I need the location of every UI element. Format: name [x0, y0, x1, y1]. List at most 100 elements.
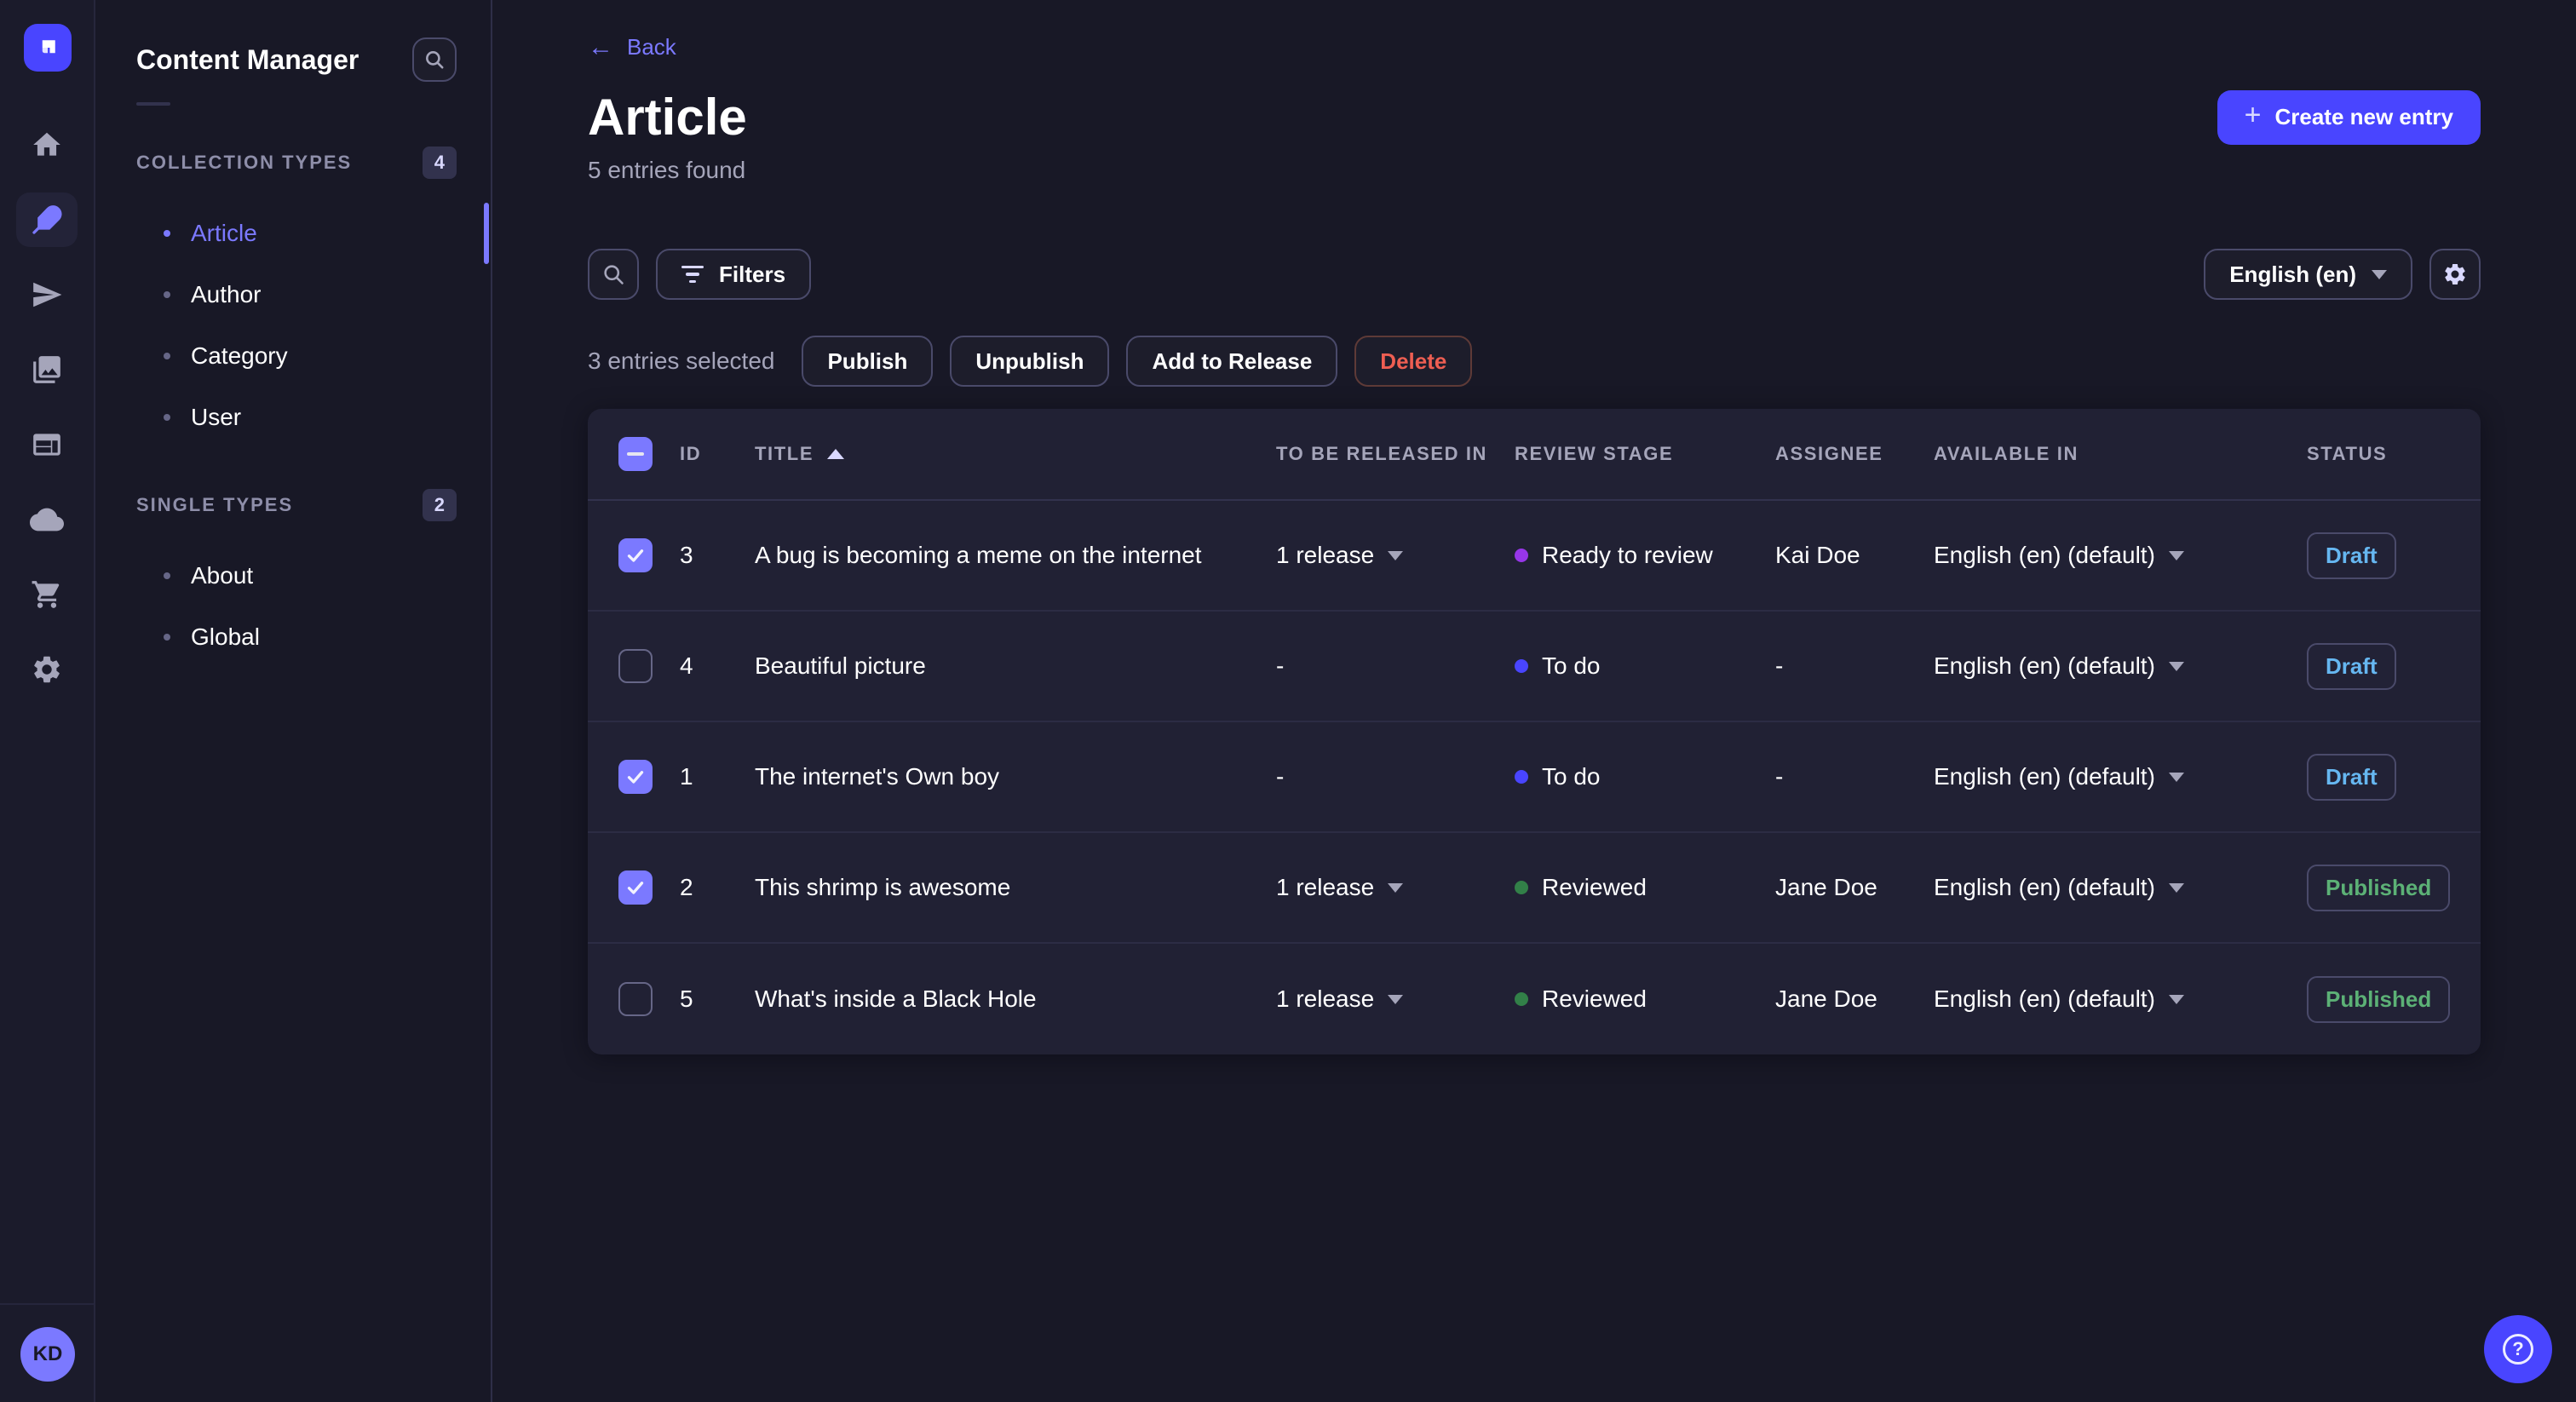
unpublish-button[interactable]: Unpublish [950, 336, 1110, 387]
sidebar-item-user[interactable]: User [95, 387, 491, 448]
chevron-down-icon [2168, 772, 2184, 782]
back-label: Back [627, 34, 676, 60]
row-release: - [1276, 652, 1285, 679]
row-locale[interactable]: English (en) (default) [1934, 542, 2307, 569]
sidebar-item-label: Article [191, 220, 257, 246]
sidebar-item-category[interactable]: Category [95, 325, 491, 387]
row-locale[interactable]: English (en) (default) [1934, 652, 2307, 680]
strapi-logo-icon [42, 40, 55, 54]
selection-count-text: 3 entries selected [588, 348, 775, 374]
table-row[interactable]: 2 This shrimp is awesome 1 release Reviewed… [588, 833, 2481, 944]
locale-select[interactable]: English (en) [2204, 249, 2412, 300]
selection-actions: Publish Unpublish Add to Release Delete [802, 336, 1473, 387]
select-all-checkbox[interactable] [618, 437, 653, 471]
row-release[interactable]: 1 release [1276, 985, 1515, 1013]
table-body: 3 A bug is becoming a meme on the interne… [588, 501, 2481, 1054]
content-type-builder-icon[interactable] [16, 417, 78, 472]
row-checkbox[interactable] [618, 649, 653, 683]
chevron-down-icon [1388, 882, 1404, 893]
settings-gear-icon[interactable] [16, 642, 78, 697]
sidebar-item-label: Category [191, 342, 288, 369]
row-release[interactable]: 1 release [1276, 874, 1515, 901]
row-locale[interactable]: English (en) (default) [1934, 985, 2307, 1013]
search-button[interactable] [588, 249, 639, 300]
chevron-down-icon [2168, 882, 2184, 893]
stage-dot-icon [1515, 770, 1528, 784]
row-id: 2 [680, 874, 693, 900]
row-title: What's inside a Black Hole [755, 985, 1037, 1012]
row-release: - [1276, 763, 1285, 790]
column-header-assignee[interactable]: ASSIGNEE [1775, 443, 1934, 465]
status-badge: Draft [2307, 753, 2396, 801]
column-header-id[interactable]: ID [680, 443, 755, 465]
column-header-status[interactable]: STATUS [2307, 443, 2450, 465]
releases-icon[interactable] [16, 267, 78, 322]
content-manager-icon[interactable] [16, 192, 78, 247]
sidebar-search-button[interactable] [412, 37, 457, 82]
chevron-down-icon [2168, 550, 2184, 560]
row-review-stage: To do [1515, 763, 1775, 790]
help-button[interactable]: ? [2484, 1315, 2552, 1383]
sidebar-divider [136, 102, 170, 106]
row-title: A bug is becoming a meme on the internet [755, 542, 1202, 568]
table-row[interactable]: 3 A bug is becoming a meme on the interne… [588, 501, 2481, 612]
media-library-icon[interactable] [16, 342, 78, 397]
user-avatar[interactable]: KD [20, 1327, 75, 1382]
left-navbar: KD [0, 0, 95, 1402]
table-row[interactable]: 4 Beautiful picture - To do - English (en) (d… [588, 612, 2481, 722]
check-icon [627, 882, 644, 894]
chevron-down-icon [1388, 550, 1404, 560]
sidebar-item-about[interactable]: About [95, 545, 491, 606]
column-title-label: TITLE [755, 443, 814, 464]
sidebar-item-global[interactable]: Global [95, 606, 491, 668]
stage-dot-icon [1515, 881, 1528, 894]
row-checkbox[interactable] [618, 538, 653, 572]
selection-row: 3 entries selected Publish Unpublish Add t… [588, 336, 2481, 387]
sidebar-item-author[interactable]: Author [95, 264, 491, 325]
search-icon [604, 265, 624, 284]
sidebar-item-label: Global [191, 623, 260, 650]
column-header-review-stage[interactable]: REVIEW STAGE [1515, 443, 1775, 465]
publish-button[interactable]: Publish [802, 336, 934, 387]
filter-icon [681, 265, 704, 284]
bullet-icon [164, 634, 170, 641]
check-icon [627, 549, 644, 562]
column-header-title[interactable]: TITLE [755, 443, 1276, 465]
row-review-stage: Reviewed [1515, 985, 1775, 1013]
row-checkbox[interactable] [618, 760, 653, 794]
table-row[interactable]: 5 What's inside a Black Hole 1 release Revi… [588, 944, 2481, 1054]
sidebar-header: Content Manager [95, 0, 491, 82]
main-content: ← Back Article + Create new entry 5 entr… [492, 0, 2576, 1402]
sidebar-item-article[interactable]: Article [95, 203, 491, 264]
row-id: 1 [680, 763, 693, 790]
delete-button[interactable]: Delete [1354, 336, 1473, 387]
sidebar-item-label: About [191, 562, 254, 589]
strapi-logo[interactable] [24, 24, 72, 72]
column-header-available-in[interactable]: AVAILABLE IN [1934, 443, 2307, 465]
search-icon [426, 51, 444, 69]
chevron-down-icon [2168, 661, 2184, 671]
home-icon[interactable] [16, 118, 78, 172]
single-types-header: SINGLE TYPES 2 [95, 489, 491, 521]
row-checkbox[interactable] [618, 982, 653, 1016]
view-settings-button[interactable] [2429, 249, 2481, 300]
create-new-entry-button[interactable]: + Create new entry [2217, 89, 2481, 145]
row-checkbox[interactable] [618, 871, 653, 905]
row-release[interactable]: 1 release [1276, 542, 1515, 569]
add-to-release-button[interactable]: Add to Release [1126, 336, 1338, 387]
row-title: The internet's Own boy [755, 763, 1000, 790]
row-locale[interactable]: English (en) (default) [1934, 763, 2307, 790]
sidebar-item-label: Author [191, 281, 262, 307]
back-link[interactable]: ← Back [588, 34, 676, 60]
chevron-down-icon [1388, 994, 1404, 1004]
column-header-released-in[interactable]: TO BE RELEASED IN [1276, 443, 1515, 465]
row-locale[interactable]: English (en) (default) [1934, 874, 2307, 901]
row-assignee: Kai Doe [1775, 542, 1860, 568]
row-review-stage: To do [1515, 652, 1775, 680]
page-title: Article [588, 89, 747, 146]
filters-button[interactable]: Filters [656, 249, 812, 300]
entries-table: ID TITLE TO BE RELEASED IN REVIEW STAGE … [588, 409, 2481, 1054]
marketplace-cart-icon[interactable] [16, 567, 78, 622]
deploy-cloud-icon[interactable] [16, 492, 78, 547]
table-row[interactable]: 1 The internet's Own boy - To do - English (e… [588, 722, 2481, 833]
